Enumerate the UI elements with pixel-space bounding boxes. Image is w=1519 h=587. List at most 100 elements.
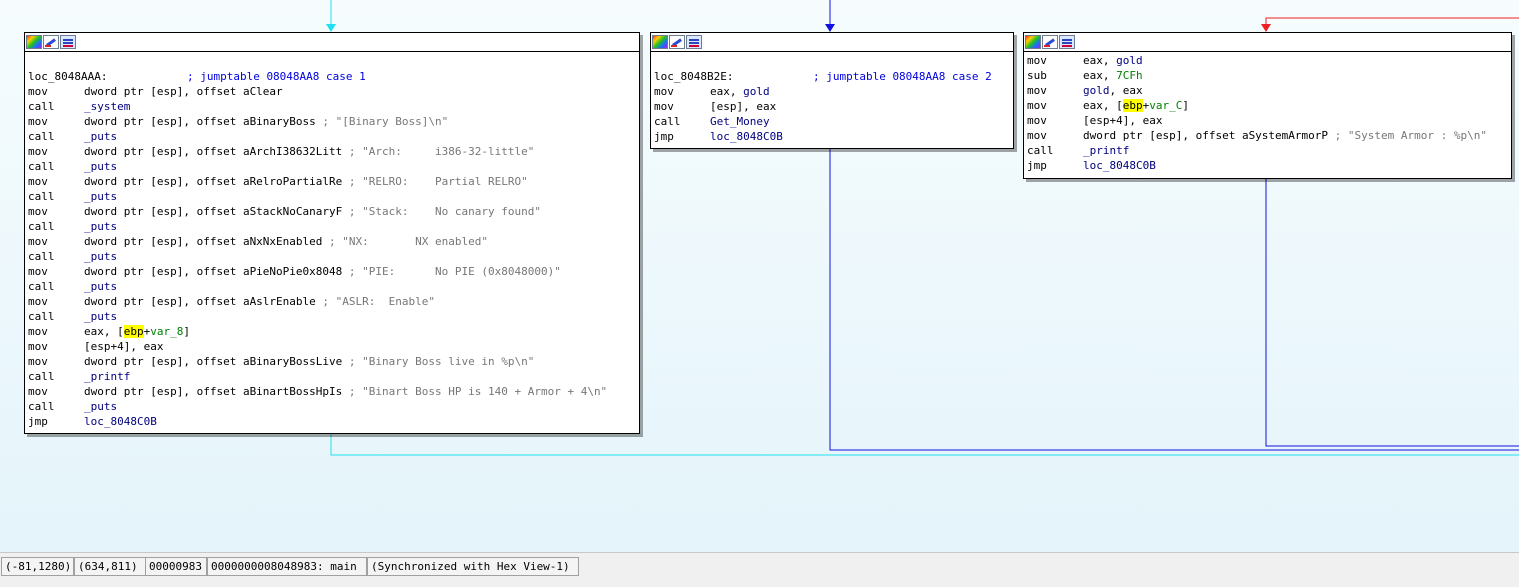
asm-line[interactable]: call _puts bbox=[28, 189, 636, 204]
asm-mnemonic: mov bbox=[28, 145, 48, 158]
asm-line[interactable]: call _puts bbox=[28, 279, 636, 294]
asm-line[interactable]: jmp loc_8048C0B bbox=[28, 414, 636, 429]
asm-string-comment: ; "NX: NX enabled" bbox=[322, 235, 488, 248]
group-nodes-icon[interactable] bbox=[60, 35, 76, 49]
group-nodes-icon[interactable] bbox=[686, 35, 702, 49]
asm-mnemonic: call bbox=[28, 310, 55, 323]
rename-icon[interactable] bbox=[1042, 35, 1058, 49]
asm-mnemonic: mov bbox=[1027, 84, 1047, 97]
asm-line[interactable] bbox=[654, 54, 1010, 69]
asm-mnemonic: call bbox=[28, 250, 55, 263]
asm-operand: eax, bbox=[1083, 54, 1117, 67]
asm-line[interactable]: call _puts bbox=[28, 159, 636, 174]
asm-operand: ebp bbox=[123, 325, 144, 338]
asm-operand: dword ptr [esp], offset aBinartBossHpIs bbox=[84, 385, 343, 398]
asm-line[interactable]: mov eax, gold bbox=[654, 84, 1010, 99]
asm-mnemonic: mov bbox=[654, 85, 674, 98]
status-address: 0000000008048983: main bbox=[207, 557, 367, 576]
asm-operand: _puts bbox=[84, 220, 118, 233]
asm-line[interactable]: mov eax, gold bbox=[1027, 53, 1508, 68]
asm-operand bbox=[107, 70, 186, 83]
asm-operand: _puts bbox=[84, 310, 118, 323]
asm-operand: dword ptr [esp], offset aArchI38632Litt bbox=[84, 145, 343, 158]
asm-line[interactable]: mov [esp+4], eax bbox=[1027, 113, 1508, 128]
asm-operand bbox=[733, 70, 812, 83]
asm-operand: , eax bbox=[1109, 84, 1143, 97]
set-color-icon[interactable] bbox=[1025, 35, 1041, 49]
asm-operand: _printf bbox=[84, 370, 131, 383]
asm-line[interactable]: mov dword ptr [esp], offset aBinartBossHp… bbox=[28, 384, 636, 399]
asm-operand: dword ptr [esp], offset aRelroPartialRe bbox=[84, 175, 343, 188]
group-nodes-icon[interactable] bbox=[1059, 35, 1075, 49]
asm-mnemonic: call bbox=[28, 130, 55, 143]
code-block-case1[interactable]: loc_8048AAA: ; jumptable 08048AA8 case 1… bbox=[24, 32, 640, 434]
asm-line[interactable]: call _puts bbox=[28, 129, 636, 144]
asm-line[interactable]: call Get_Money bbox=[654, 114, 1010, 129]
asm-line[interactable]: mov eax, [ebp+var_C] bbox=[1027, 98, 1508, 113]
asm-line[interactable]: mov dword ptr [esp], offset aAslrEnable ;… bbox=[28, 294, 636, 309]
asm-line[interactable]: mov dword ptr [esp], offset aSystemArmorP… bbox=[1027, 128, 1508, 143]
asm-operand: loc_8048C0B bbox=[1083, 159, 1156, 172]
asm-line[interactable]: call _system bbox=[28, 99, 636, 114]
set-color-icon[interactable] bbox=[26, 35, 42, 49]
disassembly-listing[interactable]: mov eax, gold sub eax, 7CFh mov gold, eax mov e… bbox=[1024, 52, 1511, 176]
asm-line[interactable]: jmp loc_8048C0B bbox=[1027, 158, 1508, 173]
asm-line[interactable]: sub eax, 7CFh bbox=[1027, 68, 1508, 83]
asm-line[interactable]: mov dword ptr [esp], offset aRelroPartial… bbox=[28, 174, 636, 189]
asm-line[interactable]: loc_8048AAA: ; jumptable 08048AA8 case 1 bbox=[28, 69, 636, 84]
graph-view[interactable]: loc_8048AAA: ; jumptable 08048AA8 case 1… bbox=[0, 0, 1519, 552]
asm-operand: dword ptr [esp], offset aPieNoPie0x8048 bbox=[84, 265, 343, 278]
asm-mnemonic: mov bbox=[28, 295, 48, 308]
asm-line[interactable]: mov eax, [ebp+var_8] bbox=[28, 324, 636, 339]
asm-mnemonic: jmp bbox=[654, 130, 674, 143]
disassembly-listing[interactable]: loc_8048B2E: ; jumptable 08048AA8 case 2… bbox=[651, 52, 1013, 147]
asm-line[interactable] bbox=[28, 54, 636, 69]
asm-mnemonic: mov bbox=[1027, 54, 1047, 67]
asm-mnemonic: mov bbox=[28, 115, 48, 128]
set-color-icon[interactable] bbox=[652, 35, 668, 49]
asm-mnemonic: call bbox=[28, 370, 55, 383]
asm-line[interactable]: loc_8048B2E: ; jumptable 08048AA8 case 2 bbox=[654, 69, 1010, 84]
asm-operand: loc_8048C0B bbox=[84, 415, 157, 428]
asm-line[interactable]: mov [esp+4], eax bbox=[28, 339, 636, 354]
rename-icon[interactable] bbox=[43, 35, 59, 49]
asm-operand: [esp], eax bbox=[710, 100, 777, 113]
disassembly-listing[interactable]: loc_8048AAA: ; jumptable 08048AA8 case 1… bbox=[25, 52, 639, 432]
asm-operand: eax, [ bbox=[1083, 99, 1123, 112]
asm-line[interactable]: mov [esp], eax bbox=[654, 99, 1010, 114]
asm-operand: ebp bbox=[1122, 99, 1143, 112]
asm-mnemonic: mov bbox=[28, 85, 48, 98]
asm-operand: _puts bbox=[84, 400, 118, 413]
asm-operand: dword ptr [esp], offset aBinaryBoss bbox=[84, 115, 316, 128]
block-header bbox=[25, 33, 639, 52]
code-block-case2[interactable]: loc_8048B2E: ; jumptable 08048AA8 case 2… bbox=[650, 32, 1014, 149]
block-header bbox=[651, 33, 1013, 52]
asm-line[interactable]: call _puts bbox=[28, 219, 636, 234]
asm-line[interactable]: call _puts bbox=[28, 309, 636, 324]
asm-string-comment: ; "System Armor : %p\n" bbox=[1328, 129, 1487, 142]
arrowhead-case1 bbox=[326, 24, 336, 32]
block-header bbox=[1024, 33, 1511, 52]
asm-line[interactable]: mov dword ptr [esp], offset aClear bbox=[28, 84, 636, 99]
asm-line[interactable]: mov dword ptr [esp], offset aStackNoCanar… bbox=[28, 204, 636, 219]
asm-line[interactable]: call _printf bbox=[1027, 143, 1508, 158]
asm-line[interactable]: mov dword ptr [esp], offset aPieNoPie0x80… bbox=[28, 264, 636, 279]
asm-line[interactable]: mov dword ptr [esp], offset aArchI38632Li… bbox=[28, 144, 636, 159]
asm-line[interactable]: call _puts bbox=[28, 249, 636, 264]
asm-line[interactable]: mov gold, eax bbox=[1027, 83, 1508, 98]
asm-operand: 7CFh bbox=[1116, 69, 1143, 82]
asm-line[interactable]: call _puts bbox=[28, 399, 636, 414]
rename-icon[interactable] bbox=[669, 35, 685, 49]
arrowhead-case2 bbox=[825, 24, 835, 32]
asm-operand: dword ptr [esp], offset aSystemArmorP bbox=[1083, 129, 1329, 142]
asm-line[interactable]: mov dword ptr [esp], offset aBinaryBoss ;… bbox=[28, 114, 636, 129]
asm-operand: dword ptr [esp], offset aNxNxEnabled bbox=[84, 235, 323, 248]
asm-line[interactable]: call _printf bbox=[28, 369, 636, 384]
asm-operand: dword ptr [esp], offset aBinaryBossLive bbox=[84, 355, 343, 368]
asm-operand: [esp+4], eax bbox=[84, 340, 164, 353]
asm-line[interactable]: mov dword ptr [esp], offset aBinaryBossLi… bbox=[28, 354, 636, 369]
asm-line[interactable]: jmp loc_8048C0B bbox=[654, 129, 1010, 144]
code-block-armor[interactable]: mov eax, gold sub eax, 7CFh mov gold, eax mov e… bbox=[1023, 32, 1512, 179]
asm-mnemonic: mov bbox=[28, 175, 48, 188]
asm-line[interactable]: mov dword ptr [esp], offset aNxNxEnabled … bbox=[28, 234, 636, 249]
